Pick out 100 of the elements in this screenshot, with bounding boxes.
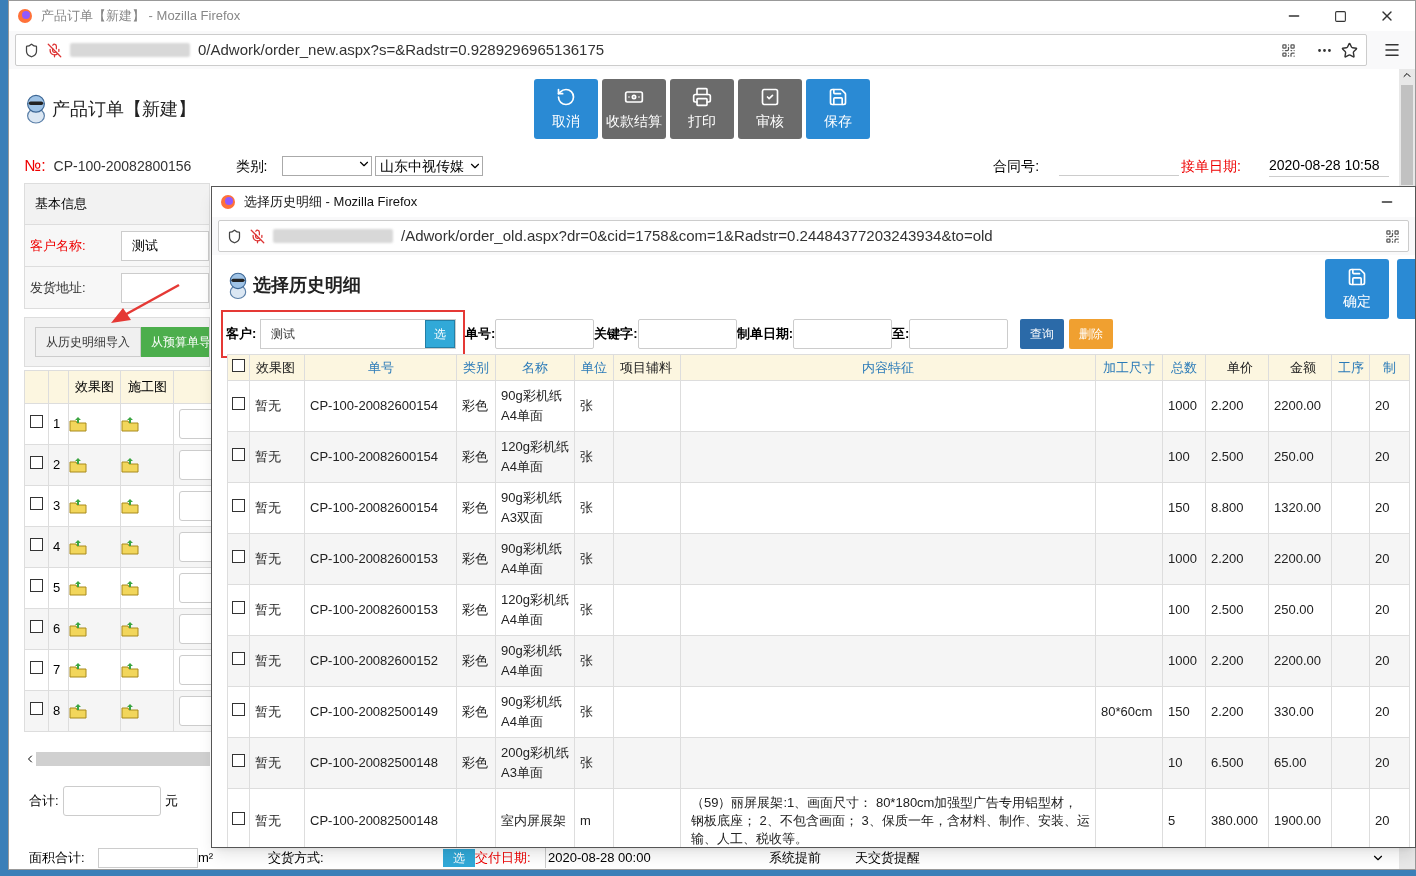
checkbox[interactable] <box>232 754 245 768</box>
field-label: 客户名称: <box>29 236 87 255</box>
mascot-logo-icon <box>227 271 249 300</box>
checkbox[interactable] <box>232 652 245 666</box>
checkbox[interactable] <box>30 456 43 470</box>
address-bar[interactable]: /Adwork/order_old.aspx?dr=0&cid=1758&com=1&Radstr=0.24484377203243934&to=old <box>218 220 1409 252</box>
qr-code-icon[interactable] <box>1281 42 1296 58</box>
checkbox[interactable] <box>30 579 43 593</box>
delivery-method-label: 交货方式: <box>268 849 325 868</box>
horizontal-scrollbar[interactable] <box>24 752 210 766</box>
column-header[interactable]: 单位 <box>574 354 614 381</box>
column-header: 效果图 <box>68 370 121 404</box>
folder-upload-icon[interactable] <box>121 580 139 596</box>
section-title: 基本信息 <box>35 195 87 214</box>
undo-icon <box>556 86 576 107</box>
toolbar-button[interactable]: 打印 <box>670 79 734 139</box>
maximize-icon[interactable] <box>1334 9 1347 23</box>
search-field[interactable] <box>909 319 1009 349</box>
customer-field[interactable]: 测试 <box>261 325 426 343</box>
folder-upload-icon[interactable] <box>121 662 139 678</box>
column-header[interactable]: 工序 <box>1331 354 1370 381</box>
text-field[interactable] <box>121 272 209 303</box>
checkbox[interactable] <box>30 661 43 675</box>
table-cell-text: 室内屏展架 <box>501 812 567 830</box>
column-header[interactable]: 制 <box>1369 354 1410 381</box>
text-field[interactable]: 测试 <box>121 230 209 261</box>
table-cell-text: 暂无 <box>255 397 282 415</box>
search-field[interactable] <box>495 319 595 349</box>
confirm-button[interactable]: 确定 <box>1325 259 1389 319</box>
folder-upload-icon[interactable] <box>121 621 139 637</box>
shield-icon[interactable] <box>24 42 39 58</box>
checkbox[interactable] <box>30 702 43 716</box>
column-header[interactable]: 名称 <box>495 354 575 381</box>
toolbar-button[interactable]: 取消 <box>534 79 598 139</box>
folder-upload-icon[interactable] <box>69 457 87 473</box>
checkbox[interactable] <box>30 415 43 429</box>
permission-blocked-icon[interactable] <box>250 228 265 244</box>
menu-icon[interactable] <box>1383 41 1401 59</box>
checkbox[interactable] <box>30 497 43 511</box>
bookmark-star-icon[interactable] <box>1341 41 1358 59</box>
area-total-field[interactable] <box>98 848 198 868</box>
import-button[interactable]: 从历史明细导入 <box>35 327 141 357</box>
toolbar-button[interactable]: 保存 <box>806 79 870 139</box>
qr-code-icon[interactable] <box>1385 228 1400 244</box>
checkbox[interactable] <box>232 812 245 826</box>
column-header: 施工图 <box>120 370 174 404</box>
folder-upload-icon[interactable] <box>69 580 87 596</box>
total-field[interactable] <box>62 786 161 816</box>
permission-blocked-icon[interactable] <box>47 42 62 58</box>
table-cell-text: 200g彩机纸A3单面 <box>501 744 569 782</box>
save-icon <box>1347 266 1367 287</box>
folder-upload-icon[interactable] <box>121 416 139 432</box>
shield-icon[interactable] <box>227 228 242 244</box>
folder-upload-icon[interactable] <box>121 539 139 555</box>
checkbox[interactable] <box>232 499 245 513</box>
toolbar-button[interactable]: 审核 <box>738 79 802 139</box>
folder-upload-icon[interactable] <box>69 621 87 637</box>
search-field[interactable] <box>637 319 737 349</box>
pick-button[interactable]: 选 <box>443 849 475 867</box>
pick-button[interactable]: 选 <box>425 320 456 348</box>
browser-logo-icon <box>17 8 33 24</box>
folder-upload-icon[interactable] <box>69 416 87 432</box>
column-header[interactable]: 内容特征 <box>680 354 1096 381</box>
column-header[interactable]: 总数 <box>1162 354 1206 381</box>
window-title: 产品订单【新建】 - Mozilla Firefox <box>41 7 241 26</box>
folder-upload-icon[interactable] <box>69 498 87 514</box>
company-select[interactable]: 山东中视传媒 <box>374 156 483 176</box>
row-number: 2 <box>53 457 61 473</box>
folder-upload-icon[interactable] <box>121 498 139 514</box>
folder-upload-icon[interactable] <box>69 703 87 719</box>
checkbox[interactable] <box>232 703 245 717</box>
column-header: 效果图 <box>249 354 305 381</box>
query-button[interactable]: 查询 <box>1020 319 1065 349</box>
checkbox[interactable] <box>232 358 245 372</box>
scrollbar-thumb[interactable] <box>1401 85 1413 185</box>
search-label: 关键字: <box>594 325 638 344</box>
folder-upload-icon[interactable] <box>121 703 139 719</box>
column-header[interactable]: 加工尺寸 <box>1095 354 1163 381</box>
folder-upload-icon[interactable] <box>69 662 87 678</box>
checkbox[interactable] <box>30 620 43 634</box>
table-cell: 20 <box>1375 449 1390 464</box>
checkbox[interactable] <box>232 601 245 615</box>
checkbox[interactable] <box>232 448 245 462</box>
row-number: 3 <box>53 498 61 514</box>
table-cell-text: 张 <box>580 550 594 568</box>
checkbox[interactable] <box>232 550 245 564</box>
table-cell-text: 彩色 <box>462 703 489 721</box>
column-header[interactable]: 单号 <box>304 354 457 381</box>
table-cell-text: 1000 <box>1168 652 1198 670</box>
toolbar-button[interactable]: 收款结算 <box>602 79 666 139</box>
checkbox[interactable] <box>232 397 245 411</box>
folder-upload-icon[interactable] <box>121 457 139 473</box>
table-cell-text: 暂无 <box>255 550 282 568</box>
folder-upload-icon[interactable] <box>69 539 87 555</box>
table-cell-text: 彩色 <box>462 448 489 466</box>
checkbox[interactable] <box>30 538 43 552</box>
address-bar[interactable]: 0/Adwork/order_new.aspx?s=&Radstr=0.9289296965136175 <box>15 34 1367 66</box>
search-field[interactable] <box>793 319 893 349</box>
table-cell-text: 2.200 <box>1211 703 1245 721</box>
column-header[interactable]: 类别 <box>456 354 496 381</box>
